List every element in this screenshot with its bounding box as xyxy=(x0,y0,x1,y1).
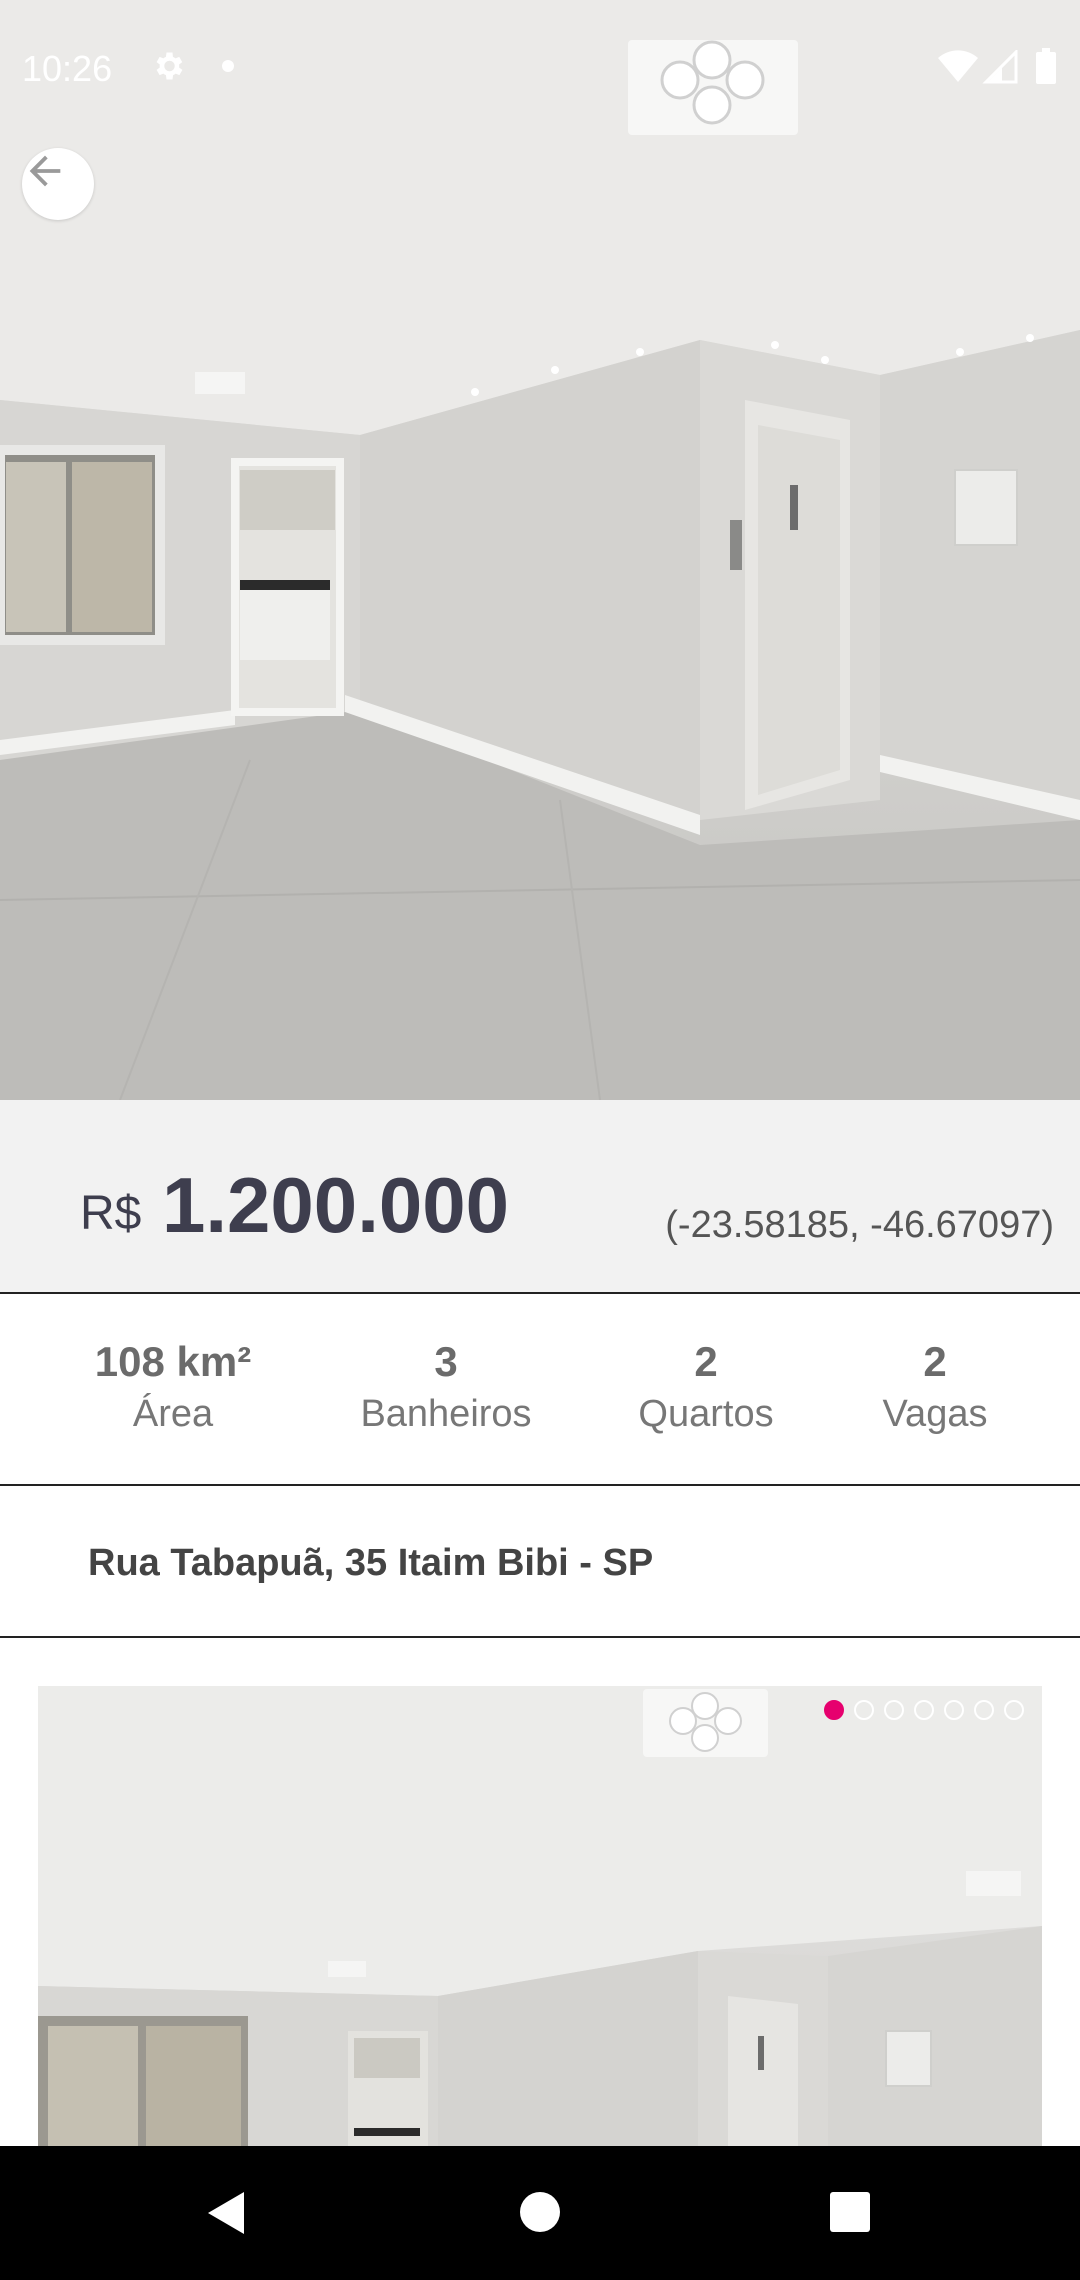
system-nav-bar xyxy=(0,2146,1080,2280)
property-stats: 108 km² Área 3 Banheiros 2 Quartos 2 Vag… xyxy=(0,1294,1080,1486)
address-row[interactable]: Rua Tabapuã, 35 Itaim Bibi - SP xyxy=(0,1486,1080,1638)
stat-value: 2 xyxy=(694,1338,718,1385)
page-dot[interactable] xyxy=(944,1700,964,1720)
price-currency: R$ xyxy=(80,1187,142,1240)
photo-gallery[interactable] xyxy=(38,1686,1042,2146)
back-triangle-icon[interactable] xyxy=(204,2190,248,2241)
status-bar: 10:26 xyxy=(0,0,1080,136)
back-button[interactable] xyxy=(22,148,94,220)
gallery-photo xyxy=(38,1686,1042,2146)
price-value: 1.200.000 xyxy=(162,1161,510,1249)
page-dot[interactable] xyxy=(974,1700,994,1720)
stat-parking: 2 Vagas xyxy=(883,1338,988,1442)
coordinates-text: (-23.58185, -46.67097) xyxy=(665,1204,1054,1246)
stat-label: Vagas xyxy=(882,1393,988,1435)
status-time: 10:26 xyxy=(22,48,113,89)
page-dot[interactable] xyxy=(824,1700,844,1720)
page-dot[interactable] xyxy=(854,1700,874,1720)
home-circle-icon[interactable] xyxy=(518,2190,562,2239)
page-dot[interactable] xyxy=(1004,1700,1024,1720)
hero-photo[interactable]: 10:26 xyxy=(0,0,1080,1100)
address-text: Rua Tabapuã, 35 Itaim Bibi - SP xyxy=(88,1542,654,1584)
stat-bathrooms: 3 Banheiros xyxy=(360,1338,531,1442)
stat-value: 3 xyxy=(434,1338,458,1385)
stat-label: Quartos xyxy=(638,1393,774,1435)
stat-label: Área xyxy=(132,1393,214,1435)
stat-bedrooms: 2 Quartos xyxy=(638,1338,773,1442)
stat-value: 108 km² xyxy=(94,1338,252,1385)
page-dot[interactable] xyxy=(914,1700,934,1720)
page-dot[interactable] xyxy=(884,1700,904,1720)
stat-value: 2 xyxy=(923,1338,947,1385)
notification-dot-icon xyxy=(222,60,234,72)
recents-square-icon[interactable] xyxy=(828,2190,872,2239)
stat-label: Banheiros xyxy=(360,1393,532,1435)
room-illustration xyxy=(0,0,1080,1100)
stat-area: 108 km² Área xyxy=(95,1338,251,1442)
gallery-page-indicator xyxy=(824,1700,1024,1720)
